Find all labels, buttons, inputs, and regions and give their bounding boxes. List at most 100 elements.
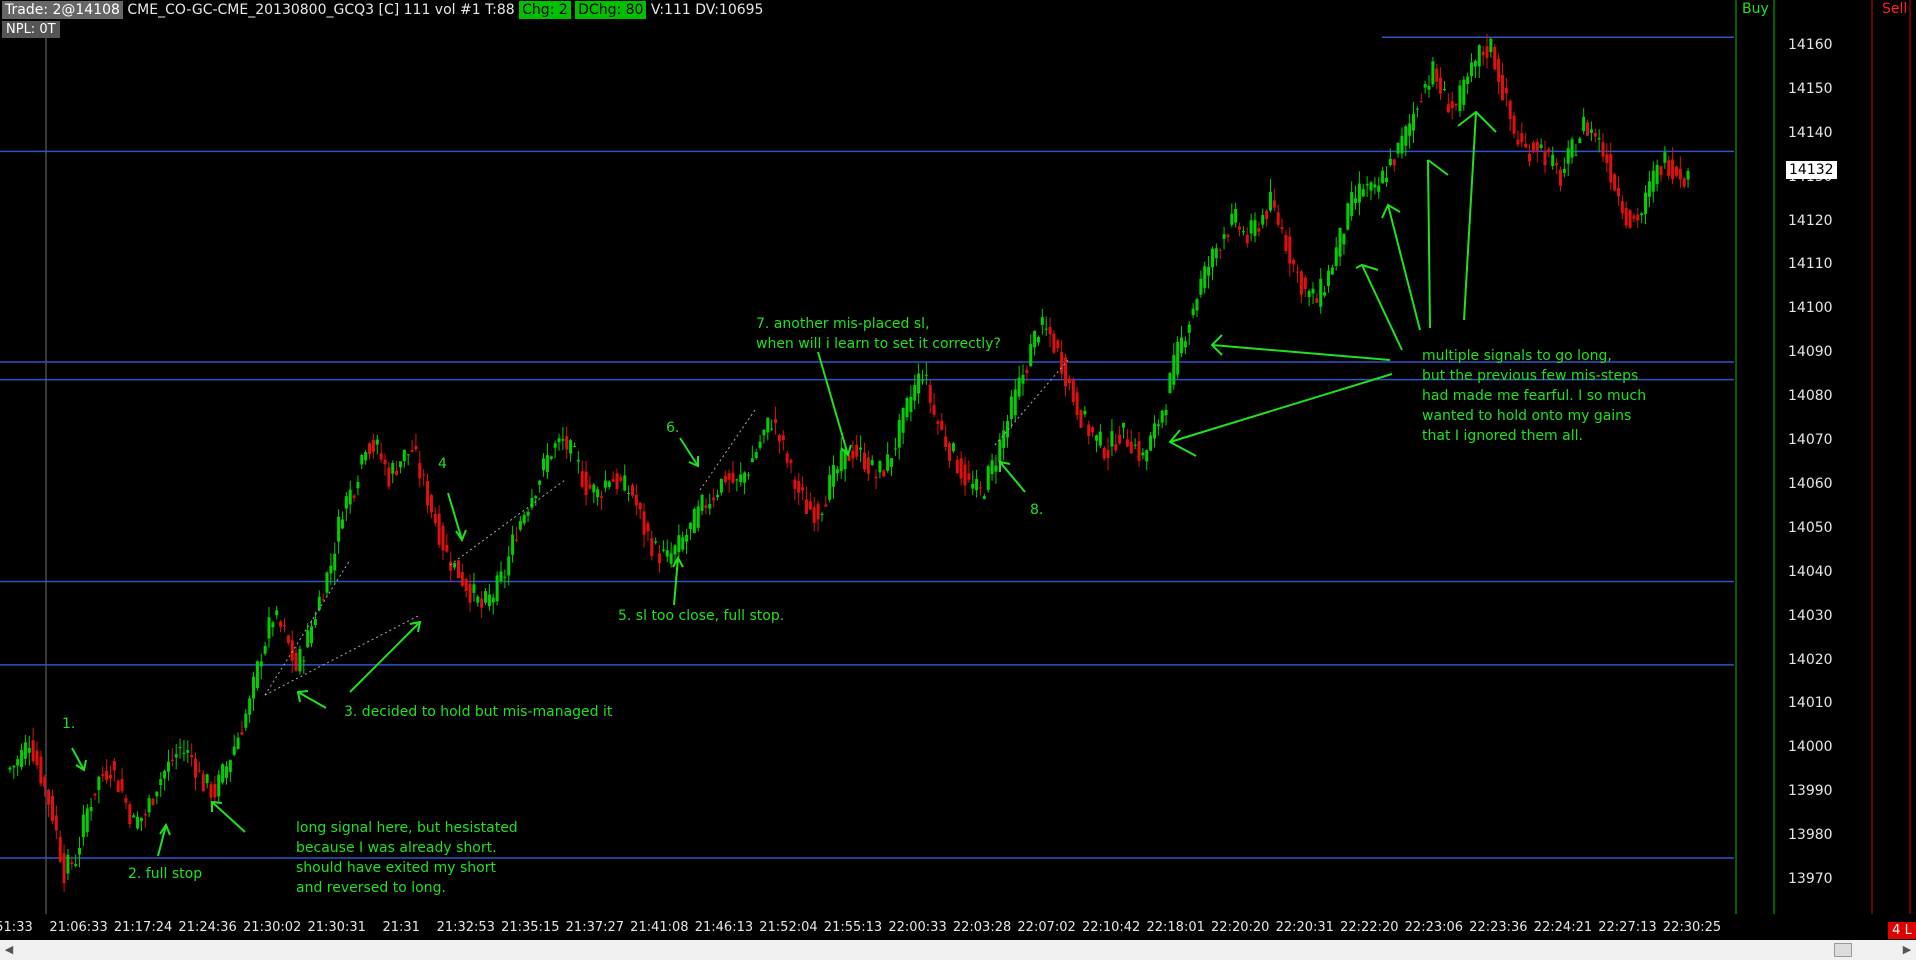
candle-body xyxy=(1558,169,1562,186)
candle-body xyxy=(801,487,805,491)
price-tick-label: 14080 xyxy=(1788,388,1833,405)
trade-line xyxy=(449,479,566,566)
price-tick-label: 14020 xyxy=(1788,651,1833,668)
candle-body xyxy=(812,507,816,523)
candle-body xyxy=(936,421,940,424)
candle-body xyxy=(1214,248,1218,259)
sell-column[interactable]: Sell xyxy=(1858,0,1916,914)
candle-body xyxy=(54,815,58,831)
candle-body xyxy=(124,798,128,803)
candle-body xyxy=(1551,154,1555,167)
candle-body xyxy=(569,440,573,454)
candle-body xyxy=(178,747,182,749)
candle-body xyxy=(1605,154,1609,164)
trade-label: Trade: 2@14108 xyxy=(2,1,123,19)
candle-body xyxy=(1160,410,1164,423)
candle-body xyxy=(1593,132,1597,137)
candle-body xyxy=(1319,278,1323,307)
candle-body xyxy=(859,447,863,450)
candle-body xyxy=(81,814,85,838)
candle-body xyxy=(35,750,39,766)
annotation-3: 3. decided to hold but mis-managed it xyxy=(344,704,613,720)
candle-body xyxy=(688,522,692,530)
candle-body xyxy=(163,770,167,779)
candle-body xyxy=(750,458,754,463)
price-tick-label: 14090 xyxy=(1788,344,1833,361)
candle-body xyxy=(1512,115,1516,134)
candle-body xyxy=(441,525,445,551)
price-tick-label: 13970 xyxy=(1788,871,1833,887)
horizontal-scrollbar[interactable]: ◀ ▶ xyxy=(0,940,1916,960)
candle-body xyxy=(1292,260,1296,265)
scroll-right-icon[interactable]: ▶ xyxy=(1898,940,1916,960)
candle-body xyxy=(50,795,54,822)
candle-body xyxy=(619,477,623,481)
candle-body xyxy=(1299,271,1303,295)
candle-body xyxy=(418,463,422,479)
sell-title: Sell xyxy=(1882,1,1908,17)
candle-body xyxy=(1195,299,1199,311)
candle-body xyxy=(1222,234,1226,239)
candle-body xyxy=(1485,46,1489,58)
candle-body xyxy=(221,764,225,783)
candle-body xyxy=(642,511,646,535)
time-tick-label: 22:18:01 xyxy=(1146,920,1205,935)
candle-body xyxy=(244,713,248,728)
candle-body xyxy=(1470,62,1474,77)
candle-body xyxy=(851,450,855,459)
candle-body xyxy=(1272,200,1276,208)
candle-body xyxy=(1400,135,1404,154)
candle-body xyxy=(143,813,147,816)
candle-body xyxy=(1597,138,1601,140)
scroll-left-icon[interactable]: ◀ xyxy=(0,940,18,960)
price-tick-label: 14150 xyxy=(1788,80,1833,97)
candle-body xyxy=(1589,129,1593,133)
annotation-7: 7. another mis-placed sl, when will i le… xyxy=(756,316,1001,352)
candle-body xyxy=(426,481,430,506)
annotation-1: 1. xyxy=(62,716,76,732)
chart-area[interactable]: Trade: 2@14108 CME_CO-GC-CME_20130800_GC… xyxy=(0,0,1734,935)
candle-body xyxy=(368,443,372,455)
price-tick-label: 14100 xyxy=(1788,300,1833,317)
candle-body xyxy=(1241,231,1245,233)
candle-body xyxy=(1180,337,1184,354)
buy-column[interactable]: Buy xyxy=(1735,0,1775,914)
candle-body xyxy=(1122,422,1126,428)
candle-body xyxy=(1555,163,1559,166)
candle-body xyxy=(1404,126,1408,146)
candle-body xyxy=(472,584,476,593)
candle-body xyxy=(1655,164,1659,184)
candle-body xyxy=(1500,74,1504,101)
candle-body xyxy=(866,457,870,474)
candle-body xyxy=(1601,142,1605,157)
candle-body xyxy=(58,836,62,862)
candle-body xyxy=(348,489,352,505)
candle-body xyxy=(12,765,16,768)
candle-body xyxy=(186,750,190,753)
candle-body xyxy=(1636,214,1640,221)
candle-body xyxy=(282,625,286,627)
scroll-thumb[interactable] xyxy=(1834,943,1852,957)
candle-body xyxy=(1257,228,1261,232)
candlestick-chart[interactable] xyxy=(0,0,1734,914)
candle-body xyxy=(410,450,414,452)
candle-body xyxy=(1323,292,1327,296)
candle-body xyxy=(634,494,638,506)
candle-body xyxy=(1539,144,1543,148)
candle-body xyxy=(1535,141,1539,151)
arrow-m4 xyxy=(1387,204,1421,331)
candle-body xyxy=(514,539,518,541)
candle-body xyxy=(549,456,553,459)
candle-body xyxy=(607,481,611,487)
candle-body xyxy=(194,758,198,778)
candle-body xyxy=(78,848,82,855)
candle-body xyxy=(313,619,317,626)
candle-body xyxy=(43,776,47,787)
candle-body xyxy=(503,576,507,578)
arrow-7 xyxy=(817,351,849,456)
candle-body xyxy=(507,556,511,576)
candle-body xyxy=(1578,138,1582,143)
candle-body xyxy=(874,476,878,479)
candle-body xyxy=(584,471,588,495)
candle-body xyxy=(770,428,774,430)
